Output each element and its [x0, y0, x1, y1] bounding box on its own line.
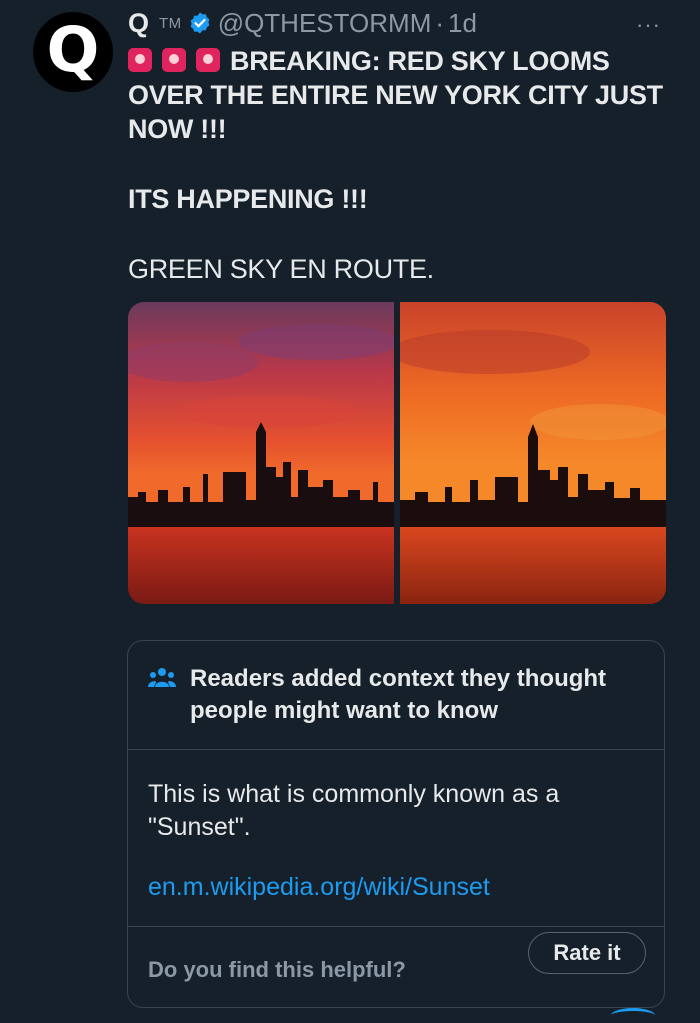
community-note-footer: Do you find this helpful? Rate it: [128, 927, 664, 1007]
floating-button-edge[interactable]: [611, 1008, 655, 1023]
siren-emoji: [162, 48, 186, 72]
community-note-link[interactable]: en.m.wikipedia.org/wiki/Sunset: [148, 873, 490, 902]
more-icon[interactable]: ···: [636, 14, 661, 36]
tweet-media[interactable]: [128, 302, 666, 604]
tweet-text: BREAKING: RED SKY LOOMS OVER THE ENTIRE …: [128, 44, 668, 146]
siren-emoji: [128, 48, 152, 72]
tweet-line-2: ITS HAPPENING !!!: [128, 184, 368, 214]
author-handle[interactable]: @QTHESTORMM: [218, 8, 432, 39]
tweet-line-3: GREEN SKY EN ROUTE.: [128, 254, 434, 284]
sunset-photo-right[interactable]: [400, 302, 666, 604]
helpful-prompt: Do you find this helpful?: [148, 957, 406, 982]
sunset-image: [128, 302, 394, 604]
people-icon: [148, 668, 176, 687]
rate-it-button[interactable]: Rate it: [528, 932, 646, 974]
community-note: Readers added context they thought peopl…: [127, 640, 665, 1008]
avatar-letter: Q: [46, 13, 100, 86]
sunset-photo-left[interactable]: [128, 302, 394, 604]
author-tm: TM: [159, 14, 182, 32]
community-note-text: This is what is commonly known as a "Sun…: [148, 780, 560, 841]
author-name[interactable]: Q: [128, 8, 149, 39]
avatar[interactable]: Q: [33, 12, 113, 92]
tweet-header: Q TM @QTHESTORMM · 1d: [128, 8, 477, 38]
sunset-image: [400, 302, 666, 604]
community-note-body: This is what is commonly known as a "Sun…: [128, 750, 664, 927]
verified-icon: [190, 12, 210, 34]
separator-dot: ·: [435, 7, 445, 38]
siren-emoji: [196, 48, 220, 72]
timestamp[interactable]: 1d: [448, 8, 477, 39]
community-note-header: Readers added context they thought peopl…: [128, 641, 664, 750]
community-note-title: Readers added context they thought peopl…: [190, 665, 607, 724]
